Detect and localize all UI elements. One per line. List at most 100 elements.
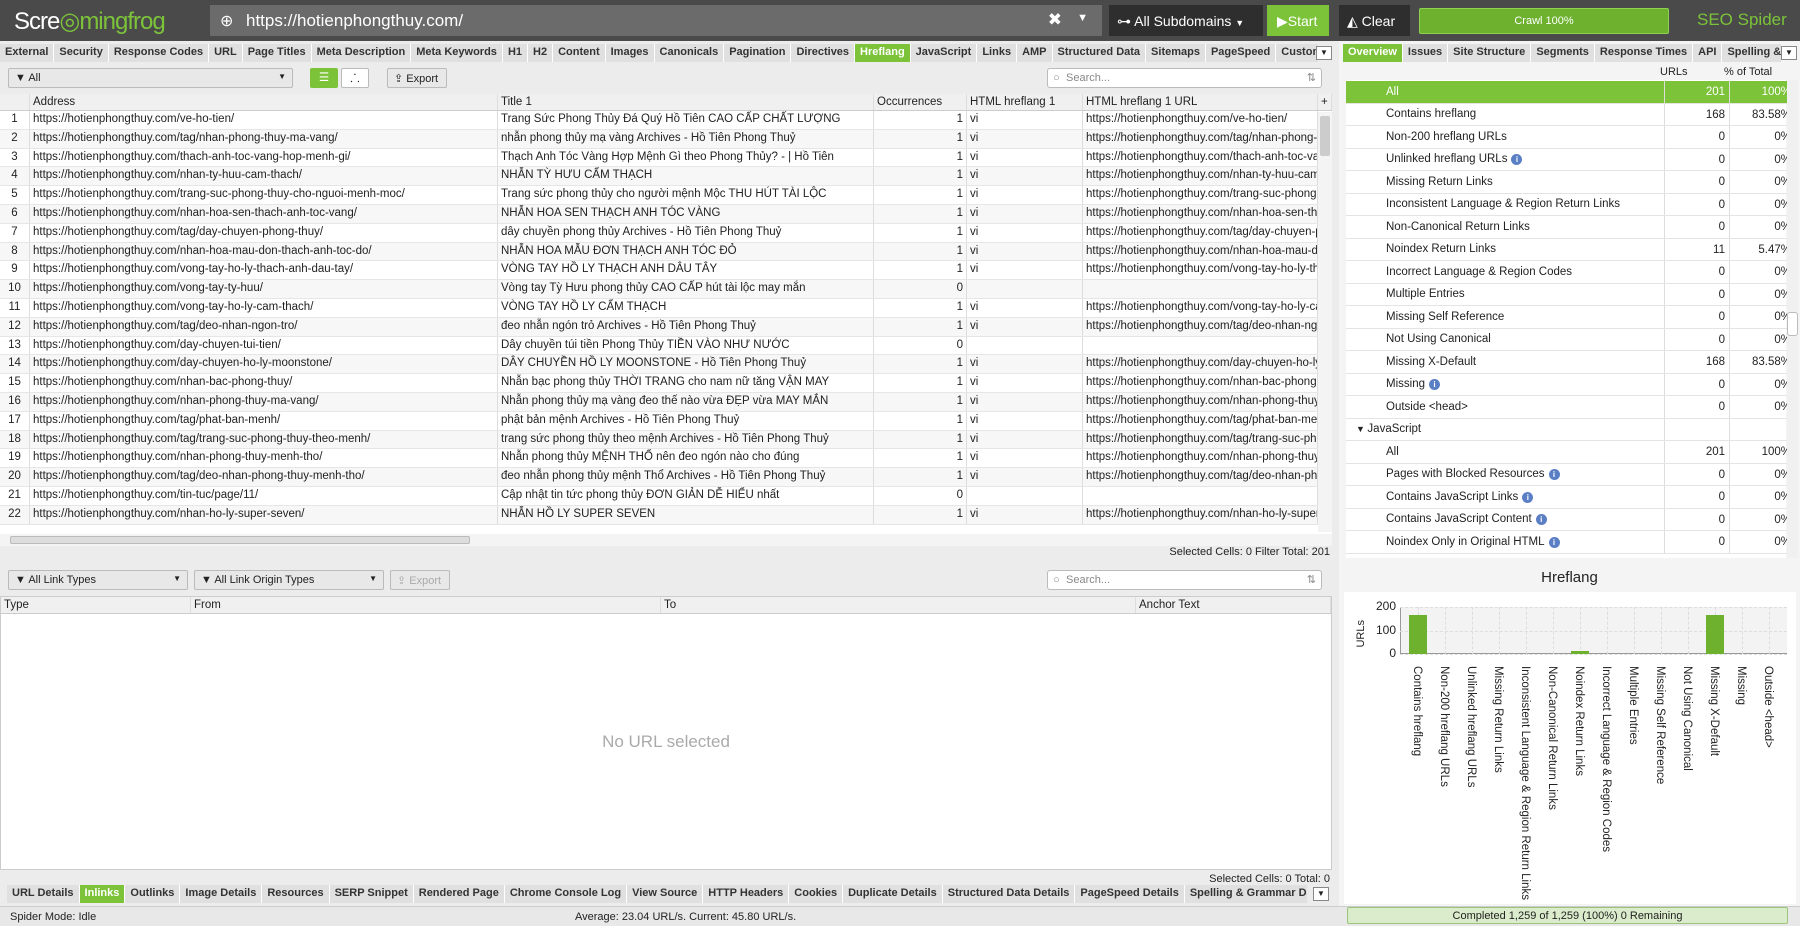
table-row[interactable]: 1 https://hotienphongthuy.com/ve-ho-tien/… <box>0 111 1332 130</box>
column-header[interactable]: To <box>661 597 1136 613</box>
tab-page-titles[interactable]: Page Titles <box>242 44 312 62</box>
bottom-tabs-overflow-button[interactable]: ▼ <box>1313 887 1329 901</box>
tab-site-structure[interactable]: Site Structure <box>1448 44 1532 62</box>
table-row[interactable]: 5 https://hotienphongthuy.com/trang-suc-p… <box>0 186 1332 205</box>
table-row[interactable]: 21 https://hotienphongthuy.com/tin-tuc/pa… <box>0 486 1332 506</box>
add-column-button[interactable]: + <box>1318 94 1332 110</box>
tab-directives[interactable]: Directives <box>791 44 856 62</box>
overview-row[interactable]: Non-Canonical Return Links 0 0% <box>1346 216 1796 239</box>
tab-outlinks[interactable]: Outlinks <box>125 885 181 903</box>
vertical-scrollbar[interactable] <box>1318 112 1332 532</box>
tab-amp[interactable]: AMP <box>1017 44 1053 62</box>
tab-image-details[interactable]: Image Details <box>180 885 263 903</box>
overview-row[interactable]: Not Using Canonical 0 0% <box>1346 328 1796 351</box>
column-header[interactable]: Title 1 <box>498 94 874 110</box>
table-row[interactable]: 17 https://hotienphongthuy.com/tag/phat-b… <box>0 411 1332 431</box>
tab-rendered-page[interactable]: Rendered Page <box>413 885 505 903</box>
overview-row[interactable]: Missing i 0 0% <box>1346 373 1796 396</box>
table-row[interactable]: 12 https://hotienphongthuy.com/tag/deo-nh… <box>0 317 1332 337</box>
info-icon[interactable]: i <box>1522 491 1534 503</box>
bar-missing-x-default[interactable] <box>1706 614 1724 654</box>
table-row[interactable]: 16 https://hotienphongthuy.com/nhan-phong… <box>0 392 1332 412</box>
filter-dropdown[interactable]: ▼ All ▼ <box>8 68 293 88</box>
table-row[interactable]: 14 https://hotienphongthuy.com/day-chuyen… <box>0 355 1332 375</box>
tab-response-codes[interactable]: Response Codes <box>108 44 210 62</box>
subdomains-dropdown[interactable]: ⊶ All Subdomains ▼ <box>1109 5 1263 36</box>
tab-links[interactable]: Links <box>977 44 1018 62</box>
tab-overview[interactable]: Overview <box>1343 44 1403 62</box>
column-header[interactable]: Address <box>30 94 498 110</box>
table-row[interactable]: 3 https://hotienphongthuy.com/thach-anh-t… <box>0 148 1332 168</box>
tab-canonicals[interactable]: Canonicals <box>654 44 725 62</box>
table-row[interactable]: 11 https://hotienphongthuy.com/vong-tay-h… <box>0 298 1332 318</box>
search-input[interactable]: ○ Search... ⇅ <box>1047 68 1322 88</box>
table-row[interactable]: 15 https://hotienphongthuy.com/nhan-bac-p… <box>0 374 1332 393</box>
tab-hreflang[interactable]: Hreflang <box>855 44 911 62</box>
table-row[interactable]: 4 https://hotienphongthuy.com/nhan-ty-huu… <box>0 167 1332 187</box>
table-row[interactable]: 19 https://hotienphongthuy.com/nhan-phong… <box>0 449 1332 469</box>
lower-export-button[interactable]: ⇪ Export <box>390 570 450 590</box>
overview-row[interactable]: All 201 100% <box>1346 441 1796 464</box>
tab-url-details[interactable]: URL Details <box>7 885 80 903</box>
table-row[interactable]: 10 https://hotienphongthuy.com/vong-tay-t… <box>0 280 1332 299</box>
expand-triangle-icon[interactable]: ▼ <box>1356 424 1367 434</box>
overview-row[interactable]: Non-200 hreflang URLs 0 0% <box>1346 126 1796 149</box>
overview-row[interactable]: Pages with Blocked Resources i 0 0% <box>1346 463 1796 486</box>
lower-search-input[interactable]: ○ Search... ⇅ <box>1047 570 1322 590</box>
tab-http-headers[interactable]: HTTP Headers <box>703 885 790 903</box>
overview-row[interactable]: Missing Return Links 0 0% <box>1346 171 1796 194</box>
tab-meta-description[interactable]: Meta Description <box>311 44 412 62</box>
tab-url[interactable]: URL <box>209 44 243 62</box>
column-header[interactable]: Occurrences <box>874 94 967 110</box>
search-options-icon[interactable]: ⇅ <box>1307 71 1316 84</box>
column-header[interactable]: Type <box>1 597 191 613</box>
tab-images[interactable]: Images <box>605 44 655 62</box>
link-types-dropdown[interactable]: ▼ All Link Types ▼ <box>8 570 188 590</box>
overview-row[interactable]: Missing X-Default 168 83.58% <box>1346 351 1796 374</box>
url-input[interactable]: ⊕ https://hotienphongthuy.com/ ✖ ▼ <box>210 5 1102 36</box>
overview-row[interactable]: Noindex Only in Original HTML i 0 0% <box>1346 531 1796 554</box>
table-row[interactable]: 7 https://hotienphongthuy.com/tag/day-chu… <box>0 223 1332 243</box>
tab-javascript[interactable]: JavaScript <box>910 44 978 62</box>
overview-row[interactable]: Multiple Entries 0 0% <box>1346 283 1796 306</box>
tab-resources[interactable]: Resources <box>262 885 330 903</box>
tab-content[interactable]: Content <box>553 44 606 62</box>
tab-issues[interactable]: Issues <box>1402 44 1449 62</box>
tab-custom-search[interactable]: Custom Search <box>1276 44 1318 62</box>
table-row[interactable]: 13 https://hotienphongthuy.com/day-chuyen… <box>0 336 1332 356</box>
table-row[interactable]: 20 https://hotienphongthuy.com/tag/deo-nh… <box>0 468 1332 487</box>
bar-noindex-return-links[interactable] <box>1571 651 1589 654</box>
overview-row[interactable]: Contains JavaScript Links i 0 0% <box>1346 486 1796 509</box>
table-row[interactable]: 18 https://hotienphongthuy.com/tag/trang-… <box>0 430 1332 450</box>
tab-pagination[interactable]: Pagination <box>724 44 792 62</box>
overview-row[interactable]: Unlinked hreflang URLs i 0 0% <box>1346 148 1796 171</box>
tab-api[interactable]: API <box>1693 44 1723 62</box>
clear-url-icon[interactable]: ✖ <box>1048 10 1062 30</box>
column-header[interactable]: HTML hreflang 1 URL <box>1083 94 1318 110</box>
tab-meta-keywords[interactable]: Meta Keywords <box>411 44 503 62</box>
bar-contains-hreflang[interactable] <box>1409 614 1427 654</box>
column-header[interactable] <box>0 94 30 110</box>
overview-row[interactable]: Incorrect Language & Region Codes 0 0% <box>1346 261 1796 284</box>
column-header[interactable]: HTML hreflang 1 <box>967 94 1083 110</box>
tab-h1[interactable]: H1 <box>502 44 528 62</box>
tab-pagespeed[interactable]: PageSpeed <box>1205 44 1277 62</box>
table-row[interactable]: 2 https://hotienphongthuy.com/tag/nhan-ph… <box>0 129 1332 149</box>
tab-serp-snippet[interactable]: SERP Snippet <box>329 885 414 903</box>
overview-row[interactable]: All 201 100% <box>1346 81 1796 104</box>
tab-external[interactable]: External <box>0 44 55 62</box>
export-button[interactable]: ⇪ Export <box>387 68 447 88</box>
tab-duplicate-details[interactable]: Duplicate Details <box>843 885 943 903</box>
tab-response-times[interactable]: Response Times <box>1594 44 1694 62</box>
tab-chrome-console-log[interactable]: Chrome Console Log <box>504 885 628 903</box>
table-row[interactable]: 22 https://hotienphongthuy.com/nhan-ho-ly… <box>0 505 1332 525</box>
overview-row[interactable]: Contains JavaScript Content i 0 0% <box>1346 508 1796 531</box>
group-header[interactable]: ▼ JavaScript <box>1346 418 1796 441</box>
tab-security[interactable]: Security <box>54 44 109 62</box>
table-row[interactable]: 9 https://hotienphongthuy.com/vong-tay-ho… <box>0 261 1332 281</box>
overview-row[interactable]: Missing Self Reference 0 0% <box>1346 306 1796 329</box>
horizontal-scrollbar[interactable] <box>0 534 1332 546</box>
tab-structured-data[interactable]: Structured Data <box>1052 44 1147 62</box>
tree-view-button[interactable]: ⸫ <box>341 68 369 88</box>
tab-segments[interactable]: Segments <box>1531 44 1595 62</box>
